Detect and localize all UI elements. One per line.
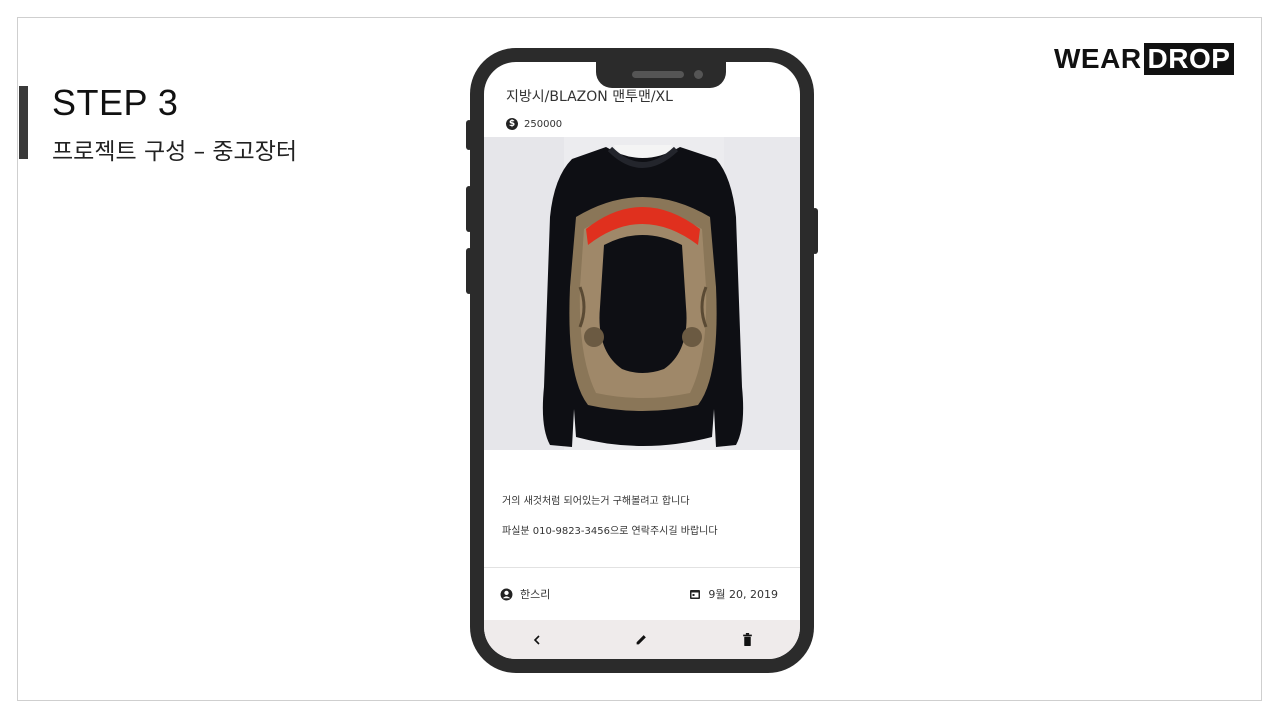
brand-logo-part2: DROP [1143, 43, 1235, 75]
phone-frame: 지방시/BLAZON 맨투맨/XL $ 250000 거의 새것처럼 되어있는거… [470, 48, 814, 673]
meta-row: 한스리 9월 20, 2019 [500, 586, 778, 602]
seller-name: 한스리 [520, 588, 551, 601]
phone-screen: 지방시/BLAZON 맨투맨/XL $ 250000 거의 새것처럼 되어있는거… [484, 62, 800, 659]
delete-button[interactable] [727, 625, 767, 655]
edit-button[interactable] [622, 625, 662, 655]
price-row: $ 250000 [506, 118, 562, 130]
date-info: 9월 20, 2019 [689, 586, 778, 602]
step-subtitle: 프로젝트 구성 – 중고장터 [52, 139, 298, 165]
account-circle-icon [500, 588, 513, 600]
step-title: STEP 3 [52, 82, 179, 123]
dollar-coin-icon: $ [506, 118, 518, 130]
phone-camera [694, 70, 703, 79]
product-price: 250000 [524, 118, 563, 130]
description-line-1: 거의 새것처럼 되어있는거 구해볼려고 합니다 [502, 496, 690, 507]
step-accent-bar [19, 86, 28, 159]
pencil-icon [637, 635, 647, 645]
phone-speaker [632, 71, 684, 78]
brand-logo: WEAR DROP [1052, 43, 1235, 75]
back-button[interactable] [517, 625, 557, 655]
bottom-action-bar [484, 620, 800, 659]
calendar-icon [690, 590, 701, 599]
divider [484, 567, 800, 568]
post-date: 9월 20, 2019 [708, 588, 778, 601]
chevron-left-icon [533, 634, 540, 645]
product-photo[interactable] [484, 137, 800, 450]
seller-info: 한스리 [500, 586, 550, 602]
trash-icon [742, 633, 752, 646]
product-title: 지방시/BLAZON 맨투맨/XL [506, 89, 673, 105]
sweater-image [484, 137, 800, 450]
description-line-2: 파실분 010-9823-3456으로 연락주시길 바랍니다 [502, 526, 718, 537]
brand-logo-part1: WEAR [1054, 43, 1142, 74]
